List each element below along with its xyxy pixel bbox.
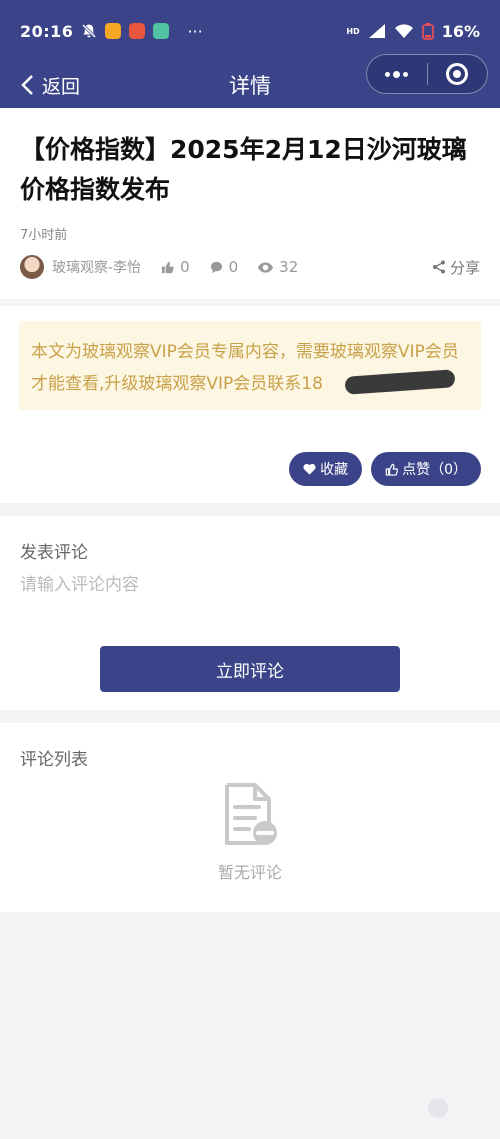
like-button[interactable]: 点赞（0） [371, 452, 481, 486]
article-content: 本文为玻璃观察VIP会员专属内容，需要玻璃观察VIP会员才能查看,升级玻璃观察V… [0, 306, 500, 503]
thumbs-up-outline-icon [385, 463, 399, 476]
empty-document-icon [225, 783, 277, 845]
empty-state: 暂无评论 [0, 781, 500, 883]
article-time: 7小时前 [20, 228, 68, 243]
nav-bar: 返回 详情 [0, 54, 500, 108]
redaction-mark [344, 369, 456, 395]
article-title: 【价格指数】2025年2月12日沙河玻璃价格指数发布 [20, 135, 467, 204]
thumbs-up-icon [161, 261, 174, 273]
app-notification-icon [105, 23, 122, 39]
status-more: ··· [187, 21, 203, 41]
favorite-label: 收藏 [320, 462, 349, 478]
battery-icon [421, 23, 434, 40]
mute-bell-icon [82, 23, 97, 39]
comment-count: 0 [228, 258, 239, 276]
signal-icon [368, 24, 385, 38]
mini-program-capsule [366, 54, 488, 94]
capsule-close-button[interactable] [428, 55, 488, 93]
view-stat: 32 [258, 258, 298, 276]
comment-list-label: 评论列表 [20, 750, 88, 770]
like-stat: 0 [161, 258, 190, 276]
more-dots-icon [385, 70, 409, 78]
like-label: 点赞（0） [402, 462, 467, 478]
hd-badge: HD [346, 26, 360, 36]
comment-input[interactable] [20, 575, 480, 595]
app-notification-icon [129, 23, 146, 39]
favorite-button[interactable]: 收藏 [289, 452, 363, 486]
article-meta: 玻璃观察-李怡 0 0 32 分享 [20, 255, 480, 279]
author-avatar[interactable] [20, 255, 44, 279]
article-actions: 收藏 点赞（0） [0, 410, 500, 486]
share-icon [432, 260, 445, 274]
article-header: 【价格指数】2025年2月12日沙河玻璃价格指数发布 7小时前 玻璃观察-李怡 … [0, 108, 500, 299]
capsule-more-button[interactable] [367, 55, 427, 93]
submit-comment-button[interactable]: 立即评论 [100, 646, 400, 692]
comment-form: 发表评论 立即评论 [0, 516, 500, 710]
heart-icon [303, 463, 316, 475]
share-button[interactable]: 分享 [432, 257, 480, 278]
watermark-logo [428, 1098, 448, 1118]
back-button[interactable]: 返回 [20, 62, 80, 108]
target-icon [446, 63, 469, 85]
wifi-icon [394, 24, 413, 38]
view-count: 32 [279, 258, 299, 276]
vip-notice: 本文为玻璃观察VIP会员专属内容，需要玻璃观察VIP会员才能查看,升级玻璃观察V… [19, 321, 481, 410]
battery-percent: 16% [441, 21, 480, 41]
status-bar: 20:16 ··· HD 16% [0, 0, 500, 62]
comment-stat: 0 [210, 258, 239, 276]
back-label: 返回 [42, 75, 81, 98]
share-label: 分享 [449, 258, 480, 277]
app-notification-icon [153, 23, 170, 39]
eye-icon [258, 261, 274, 273]
status-time: 20:16 [20, 21, 74, 41]
comment-bubble-icon [210, 261, 222, 273]
comment-section-label: 发表评论 [20, 543, 88, 563]
author-name[interactable]: 玻璃观察-李怡 [52, 257, 141, 277]
comment-list: 评论列表 暂无评论 [0, 723, 500, 912]
chevron-left-icon [21, 75, 33, 95]
like-count: 0 [180, 258, 190, 276]
page-title: 详情 [229, 74, 271, 98]
empty-state-text: 暂无评论 [217, 863, 282, 882]
